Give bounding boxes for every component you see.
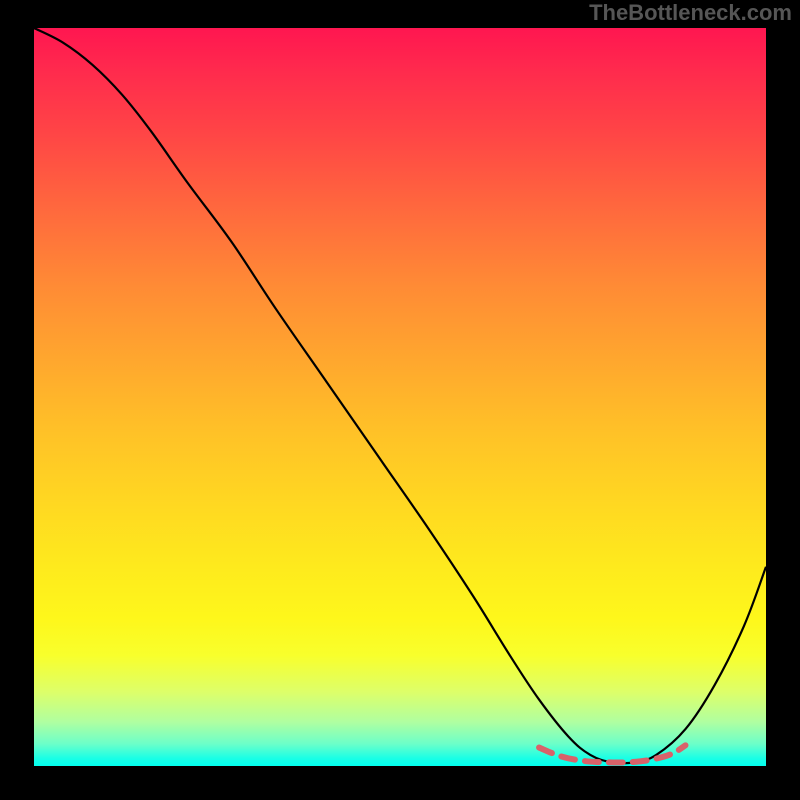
curve-layer [34,28,766,766]
plot-area [34,28,766,766]
optimal-dashed-segment [539,745,685,762]
attribution-label: TheBottleneck.com [589,0,792,26]
chart-frame: TheBottleneck.com [0,0,800,800]
bottleneck-curve [34,28,766,763]
